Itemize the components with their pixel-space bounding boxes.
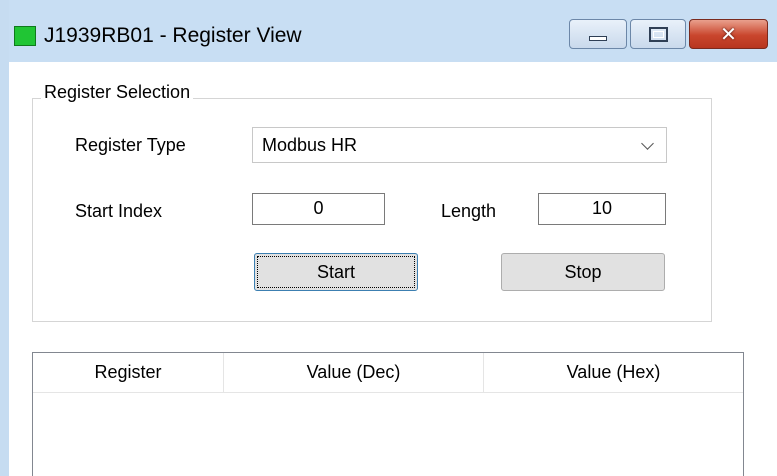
close-button[interactable]: ✕ [689, 19, 768, 49]
column-header-register[interactable]: Register [33, 353, 224, 392]
maximize-icon [648, 26, 668, 42]
stop-button[interactable]: Stop [501, 253, 665, 291]
window-left-border [0, 0, 9, 476]
length-label: Length [441, 201, 497, 221]
stop-button-label: Stop [564, 262, 602, 282]
title-bar[interactable]: J1939RB01 - Register View ✕ [0, 0, 777, 62]
close-icon: ✕ [720, 22, 737, 46]
minimize-icon [589, 35, 607, 41]
register-view-window: J1939RB01 - Register View ✕ Register Sel… [0, 0, 777, 476]
window-title: J1939RB01 - Register View [44, 24, 302, 47]
column-header-value-hex[interactable]: Value (Hex) [484, 353, 743, 392]
minimize-button[interactable] [569, 19, 627, 49]
register-type-label: Register Type [75, 135, 186, 155]
length-field[interactable]: 10 [538, 193, 666, 225]
register-list[interactable]: Register Value (Dec) Value (Hex) [32, 352, 744, 476]
register-type-dropdown[interactable]: Modbus HR [252, 127, 667, 163]
column-header-value-dec[interactable]: Value (Dec) [224, 353, 484, 392]
start-button[interactable]: Start [254, 253, 418, 291]
list-header: Register Value (Dec) Value (Hex) [33, 353, 743, 393]
start-index-field[interactable]: 0 [252, 193, 385, 225]
start-index-label: Start Index [75, 201, 163, 221]
maximize-button[interactable] [630, 19, 686, 49]
chevron-down-icon [641, 137, 654, 150]
app-icon [14, 26, 36, 46]
register-type-value: Modbus HR [262, 135, 358, 155]
register-selection-title: Register Selection [41, 81, 194, 103]
start-button-label: Start [316, 262, 355, 282]
